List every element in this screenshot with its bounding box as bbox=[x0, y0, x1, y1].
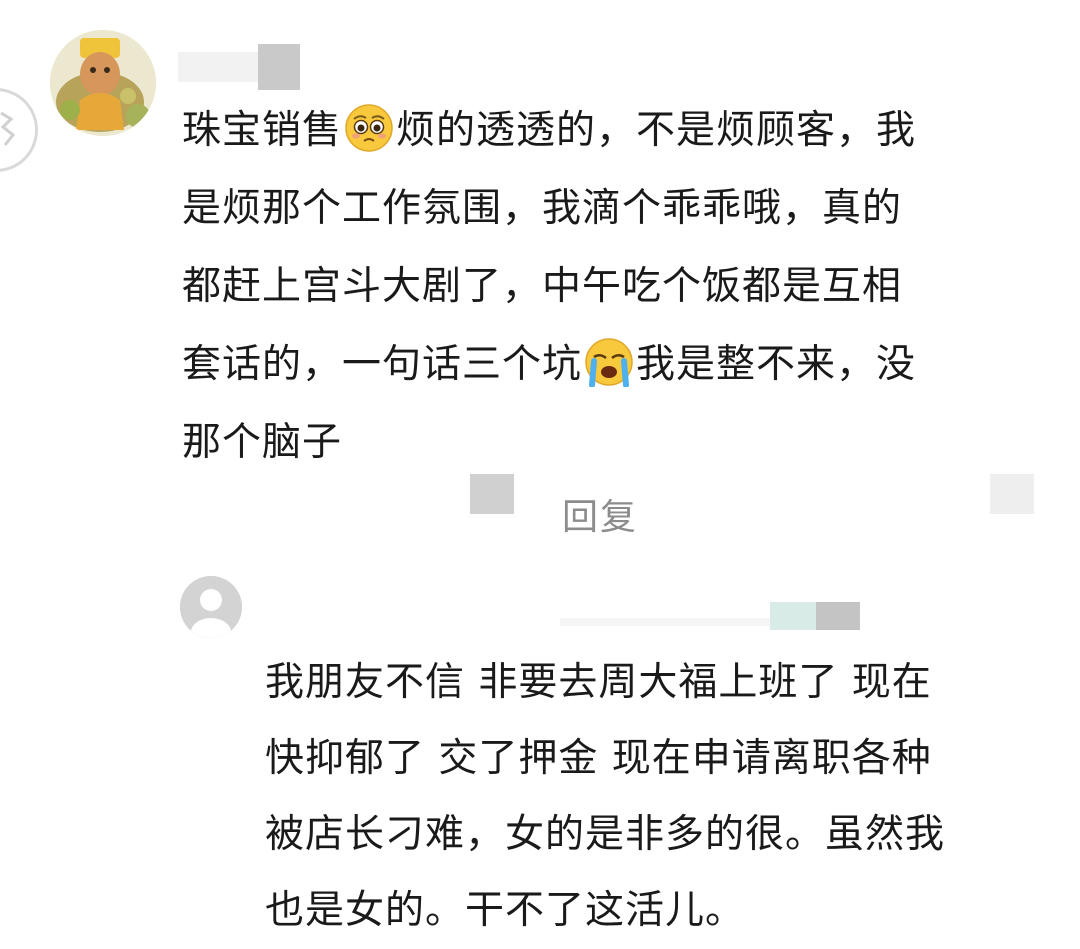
reply-body: 我朋友不信 非要去周大福上班了 现在 快抑郁了 交了押金 现在申请离职各种 被店… bbox=[265, 660, 946, 933]
partial-icon bbox=[0, 88, 38, 172]
avatar-default[interactable] bbox=[180, 576, 242, 638]
timestamp-redacted bbox=[470, 474, 514, 514]
comment-text-part-1: 珠宝销售 bbox=[182, 108, 343, 153]
like-redacted bbox=[990, 474, 1034, 514]
username-redacted bbox=[178, 44, 306, 90]
comment-body: 珠宝销售 烦的透透的，不是烦顾客，我 是烦那个工作氛围，我滴个乖乖哦，真的 都赶… bbox=[182, 92, 1022, 482]
reply-button[interactable]: 回复 bbox=[562, 488, 638, 540]
username-redacted bbox=[770, 602, 862, 632]
pleading-face-emoji-icon bbox=[344, 102, 394, 152]
loudly-crying-face-emoji-icon bbox=[584, 336, 634, 388]
divider bbox=[560, 618, 770, 626]
comment-thread: 珠宝销售 烦的透透的，不是烦顾客，我 是烦那个工作氛围，我滴个乖乖哦，真的 都赶… bbox=[0, 0, 1080, 943]
avatar[interactable] bbox=[50, 30, 156, 136]
